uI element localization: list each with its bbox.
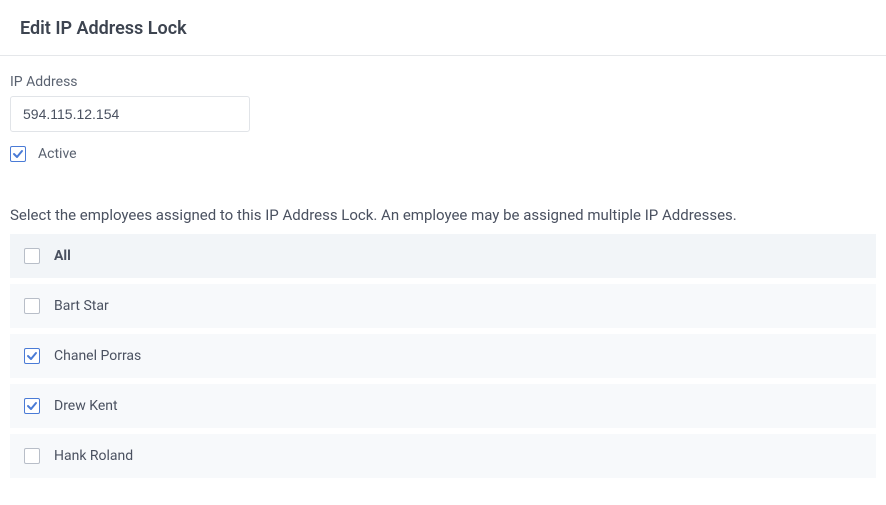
ip-address-input[interactable] (10, 96, 250, 132)
employee-checkbox[interactable] (24, 398, 40, 414)
employee-checkbox[interactable] (24, 348, 40, 364)
ip-address-label: IP Address (10, 74, 876, 90)
active-label: Active (38, 146, 77, 162)
page-title: Edit IP Address Lock (20, 18, 866, 39)
employee-name: Hank Roland (54, 448, 133, 464)
employee-name: Bart Star (54, 298, 109, 314)
employee-row: Hank Roland (10, 434, 876, 478)
employee-name: Chanel Porras (54, 348, 141, 364)
all-label: All (54, 248, 71, 264)
employee-list: All Bart Star Chanel Porras Drew Kent Ha (10, 234, 876, 478)
employee-all-row: All (10, 234, 876, 278)
instruction-text: Select the employees assigned to this IP… (10, 206, 876, 224)
page-header: Edit IP Address Lock (0, 0, 886, 56)
employee-checkbox[interactable] (24, 298, 40, 314)
employee-row: Chanel Porras (10, 334, 876, 378)
all-checkbox[interactable] (24, 248, 40, 264)
check-icon (26, 350, 38, 362)
check-icon (26, 400, 38, 412)
check-icon (12, 148, 24, 160)
employee-name: Drew Kent (54, 398, 118, 414)
employee-row: Drew Kent (10, 384, 876, 428)
content-area: IP Address Active Select the employees a… (0, 56, 886, 496)
active-row: Active (10, 146, 876, 162)
employee-checkbox[interactable] (24, 448, 40, 464)
active-checkbox[interactable] (10, 146, 26, 162)
employee-row: Bart Star (10, 284, 876, 328)
